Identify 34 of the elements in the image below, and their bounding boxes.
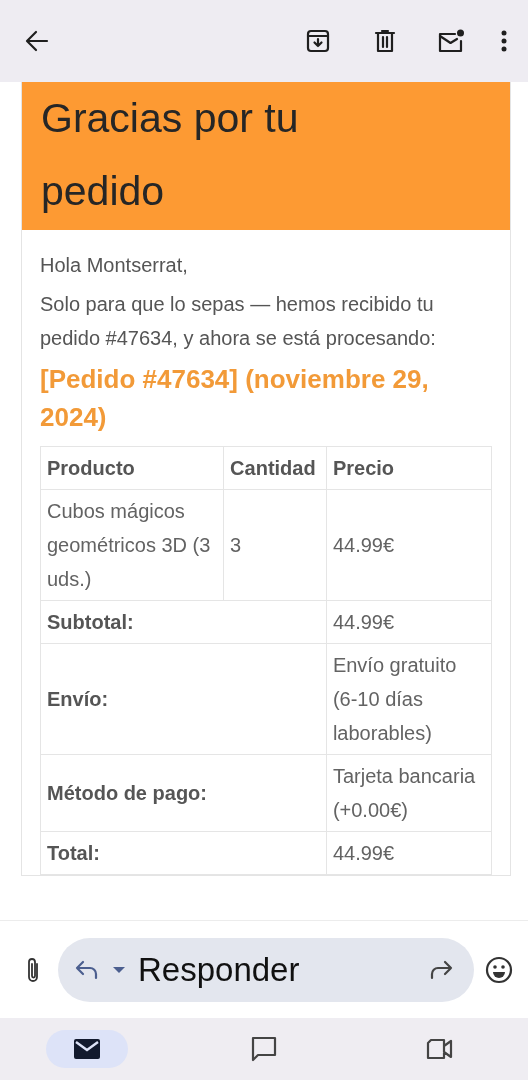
more-vertical-icon bbox=[501, 30, 507, 52]
paperclip-icon bbox=[25, 955, 41, 984]
total-value: Envío gratuito (6-10 días laborables) bbox=[326, 643, 492, 755]
total-value: 44.99€ bbox=[326, 831, 492, 875]
smiley-icon bbox=[485, 955, 513, 984]
total-label: Envío: bbox=[40, 643, 327, 755]
order-heading: [Pedido #47634] (noviembre 29, 2024) bbox=[40, 363, 430, 434]
trash-icon bbox=[374, 29, 396, 53]
mail-icon bbox=[72, 1038, 101, 1060]
dropdown-caret-icon bbox=[112, 965, 126, 974]
mail-dot-icon bbox=[437, 29, 465, 53]
back-arrow-icon bbox=[25, 30, 49, 52]
total-value: Tarjeta bancaria (+0.00€) bbox=[326, 754, 492, 832]
emoji-button[interactable] bbox=[484, 954, 514, 985]
archive-icon bbox=[306, 29, 330, 53]
column-header: Cantidad bbox=[223, 446, 327, 490]
total-label: Subtotal: bbox=[40, 600, 327, 644]
forward-arrow-icon bbox=[428, 958, 454, 981]
nav-tab[interactable] bbox=[45, 1030, 128, 1068]
table-cell: Cubos mágicos geométricos 3D (3 uds.) bbox=[40, 489, 224, 601]
total-label: Método de pago: bbox=[40, 754, 327, 832]
email-title: Gracias por tu pedido bbox=[41, 94, 300, 216]
table-cell: 44.99€ bbox=[326, 489, 492, 601]
chat-icon bbox=[250, 1035, 278, 1063]
reply-button[interactable]: Responder bbox=[58, 937, 474, 1002]
video-camera-icon bbox=[425, 1037, 455, 1061]
greeting-text: Hola Montserrat, bbox=[40, 253, 189, 278]
intro-text: Solo para que lo sepas — hemos recibido tu pedido #47634, y ahora se está procesando: bbox=[40, 292, 437, 351]
column-header: Producto bbox=[40, 446, 224, 490]
reply-arrow-icon bbox=[74, 958, 100, 981]
table-cell: 3 bbox=[223, 489, 327, 601]
total-label: Total: bbox=[40, 831, 327, 875]
total-value: 44.99€ bbox=[326, 600, 492, 644]
column-header: Precio bbox=[326, 446, 492, 490]
